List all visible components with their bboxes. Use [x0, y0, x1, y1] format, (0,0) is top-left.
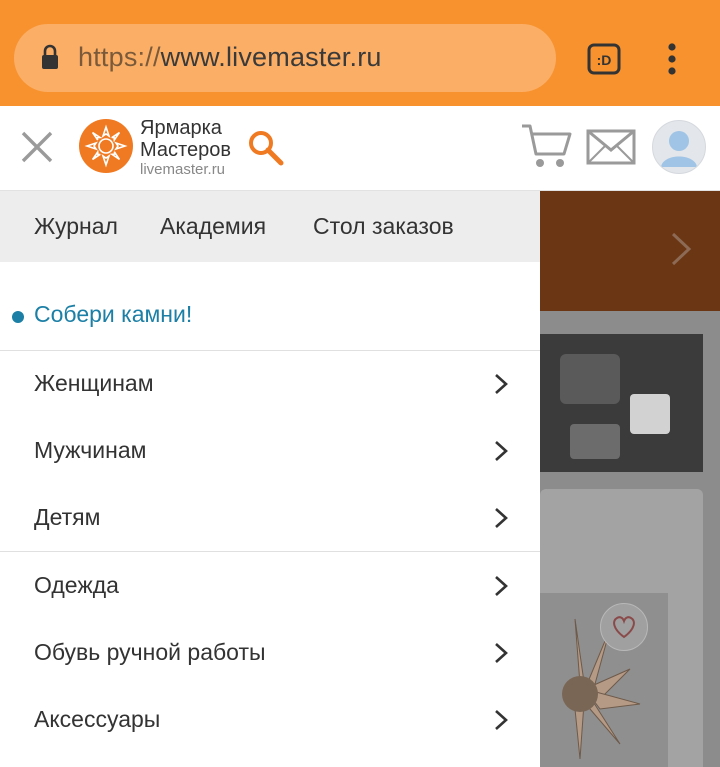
- nav-link-journal[interactable]: Журнал: [34, 213, 118, 240]
- menu-item-men[interactable]: Мужчинам: [0, 418, 540, 484]
- menu-item-kids[interactable]: Детям: [0, 485, 540, 551]
- drawer-top-nav: Журнал Академия Стол заказов: [0, 191, 540, 262]
- cart-icon[interactable]: [520, 122, 572, 170]
- tab-switcher-button[interactable]: :D: [586, 42, 622, 76]
- address-bar[interactable]: https://www.livemaster.ru: [14, 24, 556, 92]
- product-card: [540, 489, 703, 767]
- close-icon[interactable]: [20, 130, 54, 164]
- promo-dot-icon: [12, 311, 24, 323]
- menu-item-clothing[interactable]: Одежда: [0, 553, 540, 619]
- chevron-right-icon: [495, 710, 508, 730]
- promo-banner: [540, 191, 720, 311]
- overflow-menu-icon[interactable]: [662, 42, 682, 76]
- chevron-right-icon: [495, 374, 508, 394]
- chevron-right-icon: [495, 576, 508, 596]
- navigation-drawer: Журнал Академия Стол заказов Собери камн…: [0, 191, 540, 767]
- url-text: https://www.livemaster.ru: [78, 42, 382, 73]
- search-icon[interactable]: [246, 128, 286, 168]
- logo-line2: Мастеров: [140, 139, 231, 161]
- menu-item-women[interactable]: Женщинам: [0, 351, 540, 417]
- chevron-right-icon: [495, 441, 508, 461]
- lock-icon: [42, 44, 58, 69]
- nav-link-academy[interactable]: Академия: [160, 213, 266, 240]
- page-background-overlay[interactable]: [540, 191, 720, 767]
- nav-link-order-table[interactable]: Стол заказов: [313, 213, 454, 240]
- logo-domain: livemaster.ru: [140, 161, 226, 178]
- chevron-right-icon: [495, 643, 508, 663]
- menu-item-label: Одежда: [34, 572, 119, 598]
- menu-item-label: Аксессуары: [34, 706, 161, 732]
- user-avatar-icon[interactable]: [652, 120, 706, 174]
- logo-text[interactable]: Ярмарка Мастеров livemaster.ru: [140, 118, 231, 177]
- banner-next-icon: [671, 232, 692, 266]
- logo-line1: Ярмарка: [140, 117, 222, 139]
- browser-toolbar: https://www.livemaster.ru :D: [0, 0, 720, 106]
- divider: [0, 551, 540, 552]
- url-host: www.livemaster.ru: [160, 42, 382, 72]
- menu-item-label: Детям: [34, 504, 101, 530]
- chevron-right-icon: [495, 508, 508, 528]
- menu-item-label: Мужчинам: [34, 437, 147, 463]
- mail-icon[interactable]: [586, 128, 636, 166]
- site-header: Ярмарка Мастеров livemaster.ru: [0, 106, 720, 191]
- product-photo: [540, 334, 703, 472]
- menu-item-shoes[interactable]: Обувь ручной работы: [0, 620, 540, 686]
- tab-switcher-label: :D: [597, 52, 612, 68]
- logo-icon[interactable]: [78, 118, 134, 174]
- favorite-icon: [600, 603, 648, 651]
- promo-label: Собери камни!: [34, 301, 193, 327]
- menu-item-label: Обувь ручной работы: [34, 639, 266, 665]
- url-scheme: https://: [78, 42, 161, 72]
- menu-item-accessories[interactable]: Аксессуары: [0, 687, 540, 753]
- menu-item-label: Женщинам: [34, 370, 154, 396]
